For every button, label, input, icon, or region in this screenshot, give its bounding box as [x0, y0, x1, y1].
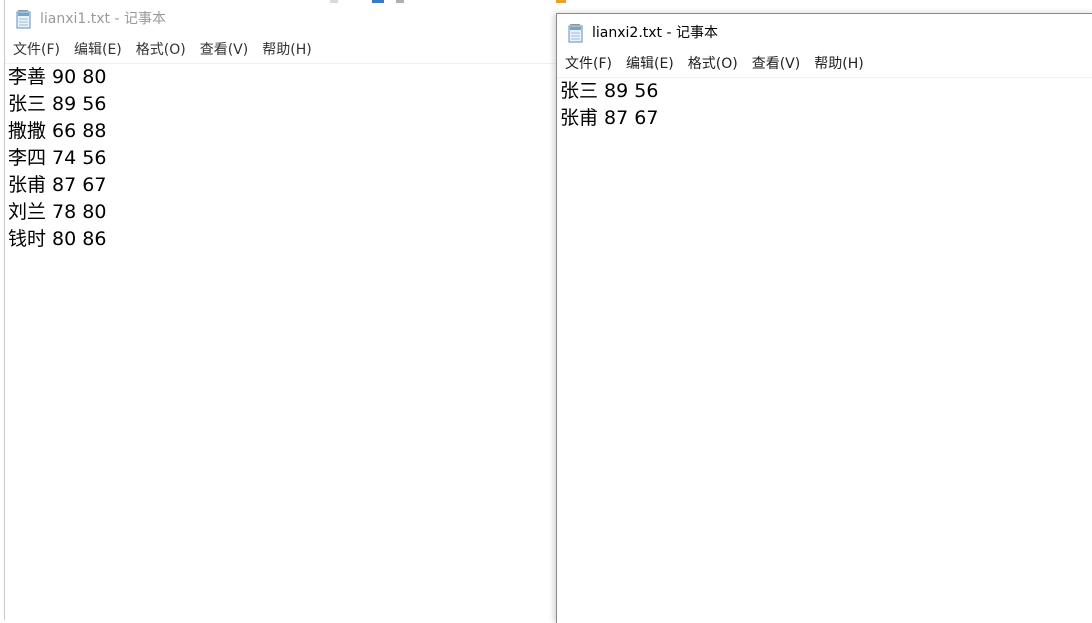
text-editor[interactable]: 张三 89 56 张甫 87 67	[557, 78, 1092, 132]
notepad-window-lianxi2[interactable]: lianxi2.txt - 记事本 文件(F) 编辑(E) 格式(O) 查看(V…	[556, 13, 1092, 623]
menu-file[interactable]: 文件(F)	[6, 38, 67, 62]
menu-view[interactable]: 查看(V)	[193, 38, 256, 62]
text-line: 张三 89 56	[560, 80, 659, 102]
menu-format[interactable]: 格式(O)	[129, 38, 193, 62]
menu-help[interactable]: 帮助(H)	[807, 52, 870, 76]
text-line: 撒撒 66 88	[8, 120, 107, 142]
title-bar[interactable]: lianxi2.txt - 记事本	[557, 14, 1092, 51]
notepad-icon	[15, 9, 33, 29]
menu-edit[interactable]: 编辑(E)	[619, 52, 681, 76]
text-line: 钱时 80 86	[8, 228, 107, 250]
background-fragment	[556, 0, 566, 3]
text-line: 李善 90 80	[8, 66, 107, 88]
text-line: 刘兰 78 80	[8, 201, 107, 223]
menu-help[interactable]: 帮助(H)	[255, 38, 318, 62]
text-line: 李四 74 56	[8, 147, 107, 169]
text-line: 张甫 87 67	[8, 174, 107, 196]
title-bar[interactable]: lianxi1.txt - 记事本	[5, 0, 560, 37]
window-title: lianxi2.txt - 记事本	[592, 25, 718, 41]
notepad-window-lianxi1[interactable]: lianxi1.txt - 记事本 文件(F) 编辑(E) 格式(O) 查看(V…	[4, 0, 560, 620]
menu-bar: 文件(F) 编辑(E) 格式(O) 查看(V) 帮助(H)	[557, 51, 1092, 78]
menu-view[interactable]: 查看(V)	[745, 52, 808, 76]
menu-bar: 文件(F) 编辑(E) 格式(O) 查看(V) 帮助(H)	[5, 37, 560, 64]
background-fragment	[396, 0, 404, 3]
background-fragment	[330, 0, 338, 3]
menu-file[interactable]: 文件(F)	[558, 52, 619, 76]
menu-edit[interactable]: 编辑(E)	[67, 38, 129, 62]
window-title: lianxi1.txt - 记事本	[40, 11, 166, 27]
text-editor[interactable]: 李善 90 80 张三 89 56 撒撒 66 88 李四 74 56 张甫 8…	[5, 64, 560, 253]
background-fragment	[372, 0, 384, 3]
menu-format[interactable]: 格式(O)	[681, 52, 745, 76]
text-line: 张三 89 56	[8, 93, 107, 115]
text-line: 张甫 87 67	[560, 107, 659, 129]
notepad-icon	[567, 23, 585, 43]
